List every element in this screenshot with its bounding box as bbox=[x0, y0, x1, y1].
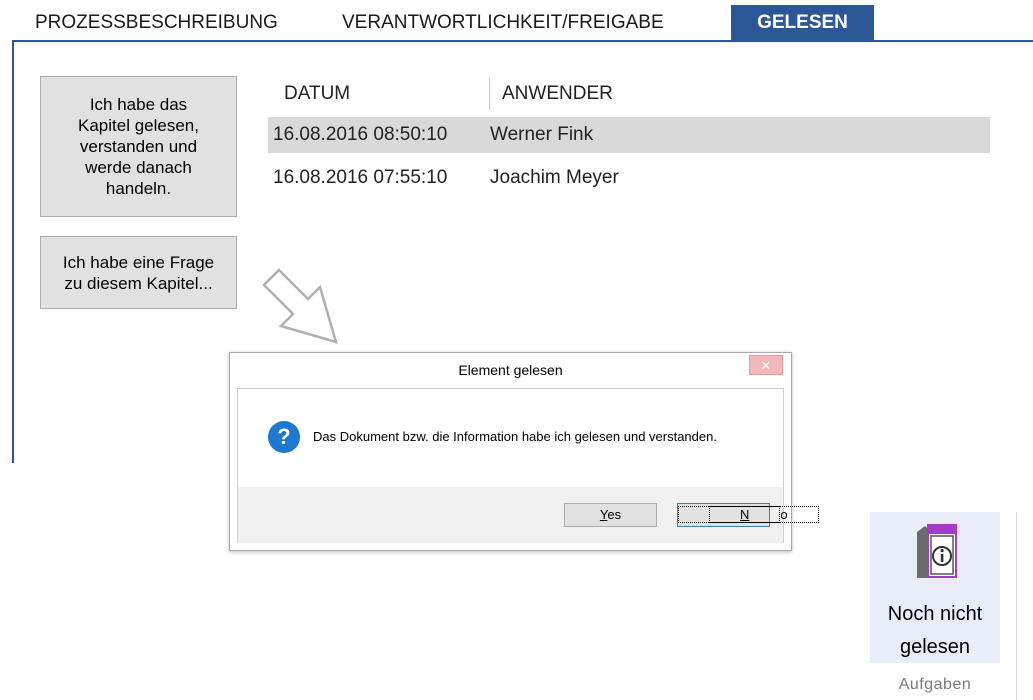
tab-process-description[interactable]: PROZESSBESCHREIBUNG bbox=[35, 5, 278, 41]
ribbon-group-label: Aufgaben bbox=[898, 676, 972, 693]
ribbon-label-line1: Noch nicht bbox=[887, 603, 983, 625]
no-button[interactable]: No bbox=[677, 503, 819, 527]
cell-user: Joachim Meyer bbox=[490, 167, 619, 188]
ribbon-label-line2: gelesen bbox=[899, 636, 971, 658]
app-window: PROZESSBESCHREIBUNG VERANTWORTLICHKEIT/F… bbox=[0, 0, 1033, 700]
panel-border bbox=[12, 41, 14, 463]
column-header-date[interactable]: DATUM bbox=[284, 80, 350, 108]
column-separator[interactable] bbox=[489, 78, 490, 110]
tab-read[interactable]: GELESEN bbox=[731, 5, 874, 41]
message-dialog: Element gelesen ✕ ? Das Dokument bzw. di… bbox=[229, 352, 819, 551]
close-icon[interactable]: ✕ bbox=[749, 355, 783, 375]
ribbon-separator bbox=[1016, 512, 1017, 700]
dialog-body: ? Das Dokument bzw. die Information habe… bbox=[237, 388, 819, 543]
cell-user: Werner Fink bbox=[490, 124, 594, 145]
dialog-button-bar: Yes No bbox=[238, 487, 819, 543]
question-icon: ? bbox=[268, 421, 300, 453]
yes-button[interactable]: Yes bbox=[564, 503, 657, 527]
tab-underline bbox=[12, 40, 1033, 42]
cell-date: 16.08.2016 08:50:10 bbox=[273, 124, 448, 145]
pointing-arrow-icon bbox=[262, 268, 338, 344]
confirm-read-button[interactable]: Ich habe das Kapitel gelesen, verstanden… bbox=[40, 76, 237, 217]
column-header-user[interactable]: ANWENDER bbox=[502, 80, 613, 108]
dialog-message: Das Dokument bzw. die Information habe i… bbox=[313, 429, 717, 444]
dialog-title[interactable]: Element gelesen bbox=[230, 353, 791, 387]
table-row[interactable]: 16.08.2016 08:50:10 Werner Fink bbox=[268, 117, 990, 153]
book-info-icon bbox=[917, 524, 957, 578]
cell-date: 16.08.2016 07:55:10 bbox=[273, 167, 448, 188]
tab-responsibility-approval[interactable]: VERANTWORTLICHKEIT/FREIGABE bbox=[342, 5, 664, 41]
table-row[interactable]: 16.08.2016 07:55:10 Joachim Meyer bbox=[268, 160, 990, 196]
ask-question-button[interactable]: Ich habe eine Frage zu diesem Kapitel... bbox=[40, 236, 237, 309]
